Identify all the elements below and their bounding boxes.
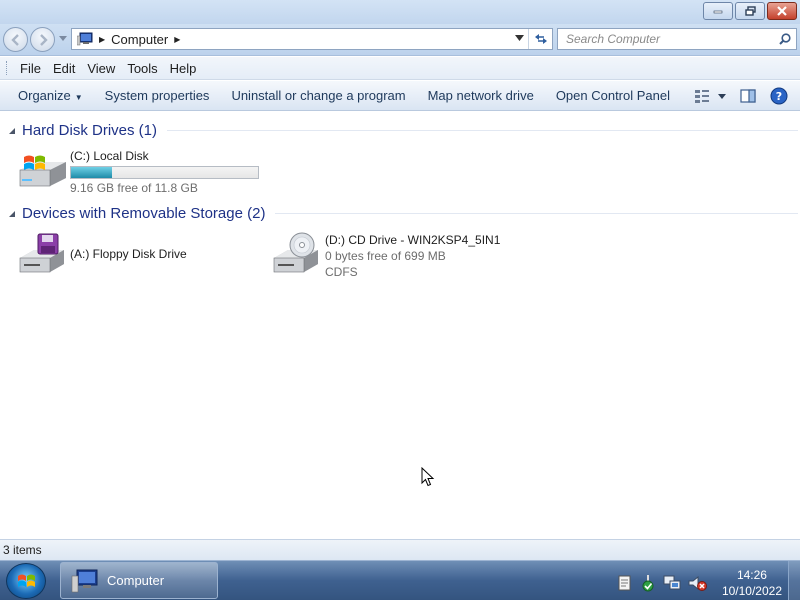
breadcrumb-separator-icon[interactable]: ▶: [99, 35, 105, 44]
clock[interactable]: 14:26 10/10/2022: [722, 567, 782, 599]
view-options-chevron-icon: [718, 93, 726, 99]
drive-a-item[interactable]: (A:) Floppy Disk Drive: [16, 232, 187, 276]
group-title-removable: Devices with Removable Storage (2): [22, 205, 266, 222]
refresh-icon: [534, 34, 547, 44]
close-button[interactable]: [767, 2, 797, 20]
help-icon[interactable]: ?: [770, 87, 788, 105]
view-options-icon: [695, 90, 709, 103]
start-orb-icon: [18, 574, 35, 587]
content-pane[interactable]: Hard Disk Drives (1) (C:) Local Disk 9.1…: [0, 112, 800, 538]
drive-d-name: (D:) CD Drive - WIN2KSP4_5IN1: [325, 233, 501, 247]
breadcrumb-computer[interactable]: Computer: [111, 32, 168, 47]
map-network-drive-button[interactable]: Map network drive: [420, 88, 542, 103]
action-center-icon[interactable]: [639, 574, 657, 592]
drive-d-details: (D:) CD Drive - WIN2KSP4_5IN1 0 bytes fr…: [325, 232, 500, 280]
menu-file[interactable]: File: [14, 61, 47, 76]
recent-pages-chevron-icon[interactable]: [59, 36, 67, 41]
drive-d-free-space: 0 bytes free of 699 MB: [325, 249, 446, 263]
breadcrumb-chevron-icon[interactable]: ▶: [174, 35, 180, 44]
network-icon[interactable]: [662, 574, 682, 592]
status-bar: 3 items: [0, 539, 800, 560]
menu-grip: [6, 61, 10, 75]
address-bar[interactable]: ▶ Computer ▶: [71, 28, 553, 50]
drive-c-capacity-bar: [70, 166, 259, 179]
clock-date: 10/10/2022: [721, 584, 782, 598]
restore-icon: [744, 6, 756, 16]
search-placeholder[interactable]: Search Computer: [566, 32, 779, 46]
organize-button[interactable]: Organize ▼: [10, 88, 91, 103]
group-header-removable[interactable]: Devices with Removable Storage (2): [8, 205, 798, 222]
drive-d-item[interactable]: (D:) CD Drive - WIN2KSP4_5IN1 0 bytes fr…: [270, 232, 500, 280]
group-header-hard-disks[interactable]: Hard Disk Drives (1): [8, 122, 798, 139]
computer-icon: [71, 569, 98, 592]
drive-c-name: (C:) Local Disk: [70, 149, 149, 163]
menu-bar: File Edit View Tools Help: [0, 57, 800, 80]
drive-a-name: (A:) Floppy Disk Drive: [70, 247, 187, 261]
command-bar: Organize ▼ System properties Uninstall or…: [0, 81, 800, 111]
start-button[interactable]: [6, 563, 46, 599]
navigation-bar: ▶ Computer ▶ Search Computer: [0, 24, 800, 56]
back-button[interactable]: [3, 27, 28, 52]
search-box[interactable]: Search Computer: [557, 28, 797, 50]
drive-c-capacity-fill: [71, 167, 113, 178]
clock-time: 14:26: [736, 568, 767, 582]
taskbar: Computer 14:26 10/10/2022: [0, 560, 800, 600]
item-count: 3 items: [3, 543, 42, 557]
taskbar-computer-button[interactable]: Computer: [60, 562, 218, 599]
forward-icon: [40, 34, 48, 46]
minimize-button[interactable]: [703, 2, 733, 20]
svg-text:?: ?: [776, 90, 782, 103]
menu-tools[interactable]: Tools: [121, 61, 163, 76]
notes-icon[interactable]: [616, 574, 634, 592]
collapse-triangle-icon[interactable]: [8, 127, 16, 135]
uninstall-program-button[interactable]: Uninstall or change a program: [223, 88, 413, 103]
drive-c-item[interactable]: (C:) Local Disk 9.16 GB free of 11.8 GB: [16, 148, 259, 196]
computer-icon: [77, 32, 93, 46]
drive-c-free-space: 9.16 GB free of 11.8 GB: [70, 181, 198, 195]
taskbar-computer-label: Computer: [107, 573, 165, 588]
search-icon[interactable]: [779, 33, 791, 45]
close-icon: [777, 6, 787, 16]
mouse-cursor-icon: [421, 467, 435, 487]
window-controls: [703, 2, 797, 20]
preview-pane-icon[interactable]: [740, 89, 756, 103]
hard-disk-icon: [16, 148, 68, 192]
commandbar-right-tools: ?: [694, 87, 788, 105]
view-options-button[interactable]: [694, 89, 726, 103]
drive-c-details: (C:) Local Disk 9.16 GB free of 11.8 GB: [70, 148, 259, 196]
menu-edit[interactable]: Edit: [47, 61, 81, 76]
menu-help[interactable]: Help: [164, 61, 203, 76]
address-dropdown-icon[interactable]: [515, 35, 524, 41]
window-titlebar[interactable]: [0, 0, 800, 24]
floppy-drive-icon: [16, 232, 68, 276]
group-divider: [167, 130, 798, 131]
forward-button[interactable]: [30, 27, 55, 52]
menu-view[interactable]: View: [81, 61, 121, 76]
minimize-icon: [713, 10, 723, 14]
system-tray: 14:26 10/10/2022: [616, 567, 782, 599]
organize-chevron-icon: ▼: [74, 93, 83, 102]
cd-drive-icon: [270, 232, 322, 276]
collapse-triangle-icon[interactable]: [8, 210, 16, 218]
open-control-panel-button[interactable]: Open Control Panel: [548, 88, 678, 103]
restore-button[interactable]: [735, 2, 765, 20]
organize-label: Organize: [18, 88, 71, 103]
volume-muted-icon[interactable]: [687, 574, 707, 592]
back-icon: [11, 34, 19, 46]
system-properties-button[interactable]: System properties: [97, 88, 218, 103]
group-divider: [275, 213, 798, 214]
drive-a-details: (A:) Floppy Disk Drive: [70, 232, 187, 276]
show-desktop-button[interactable]: [788, 561, 800, 600]
drive-d-filesystem: CDFS: [325, 265, 358, 279]
refresh-button[interactable]: [528, 29, 552, 49]
group-title-hard-disks: Hard Disk Drives (1): [22, 122, 158, 139]
